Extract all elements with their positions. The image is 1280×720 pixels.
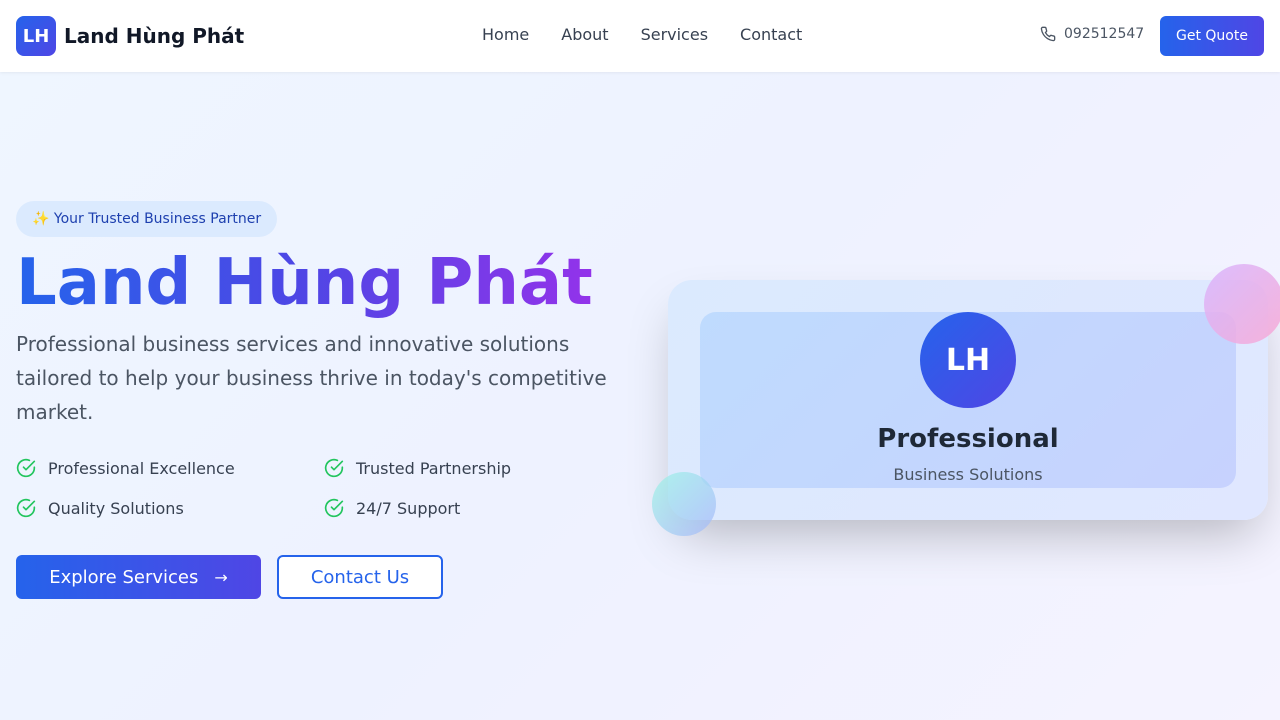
check-circle-icon bbox=[324, 498, 344, 518]
feature-item: 24/7 Support bbox=[324, 498, 460, 518]
nav-about[interactable]: About bbox=[561, 24, 608, 46]
check-circle-icon bbox=[16, 458, 36, 478]
decorative-blob-teal bbox=[652, 472, 716, 536]
feature-item: Professional Excellence bbox=[16, 458, 235, 478]
nav-home[interactable]: Home bbox=[482, 24, 529, 46]
card-title: Professional bbox=[877, 424, 1059, 454]
phone-link[interactable]: 092512547 bbox=[1040, 26, 1144, 42]
check-circle-icon bbox=[16, 498, 36, 518]
get-quote-button[interactable]: Get Quote bbox=[1160, 16, 1264, 56]
hero-title: Land Hùng Phát bbox=[16, 246, 593, 320]
feature-item: Trusted Partnership bbox=[324, 458, 511, 478]
feature-label: Quality Solutions bbox=[48, 498, 184, 518]
logo[interactable]: LH Land Hùng Phát bbox=[16, 16, 244, 56]
main-nav: Home About Services Contact bbox=[482, 24, 834, 46]
card-avatar: LH bbox=[920, 312, 1016, 408]
arrow-right-icon: → bbox=[214, 567, 228, 587]
card-subtitle: Business Solutions bbox=[893, 465, 1043, 484]
trust-badge: ✨ Your Trusted Business Partner bbox=[16, 201, 278, 237]
phone-icon bbox=[1040, 26, 1056, 42]
feature-item: Quality Solutions bbox=[16, 498, 184, 518]
decorative-blob-pink bbox=[1204, 264, 1280, 344]
hero-description: Professional business services and innov… bbox=[16, 332, 607, 424]
explore-services-label: Explore Services bbox=[49, 566, 199, 588]
check-circle-icon bbox=[324, 458, 344, 478]
phone-number: 092512547 bbox=[1064, 26, 1145, 42]
feature-label: Professional Excellence bbox=[48, 458, 235, 478]
feature-label: Trusted Partnership bbox=[356, 458, 512, 478]
logo-badge: LH bbox=[16, 16, 56, 56]
site-header: LH Land Hùng Phát Home About Services Co… bbox=[0, 0, 1280, 72]
nav-services[interactable]: Services bbox=[641, 24, 708, 46]
contact-us-button[interactable]: Contact Us bbox=[277, 555, 443, 599]
feature-label: 24/7 Support bbox=[356, 498, 461, 518]
brand-name: Land Hùng Phát bbox=[64, 24, 245, 48]
explore-services-button[interactable]: Explore Services → bbox=[16, 555, 261, 599]
nav-contact[interactable]: Contact bbox=[740, 24, 802, 46]
